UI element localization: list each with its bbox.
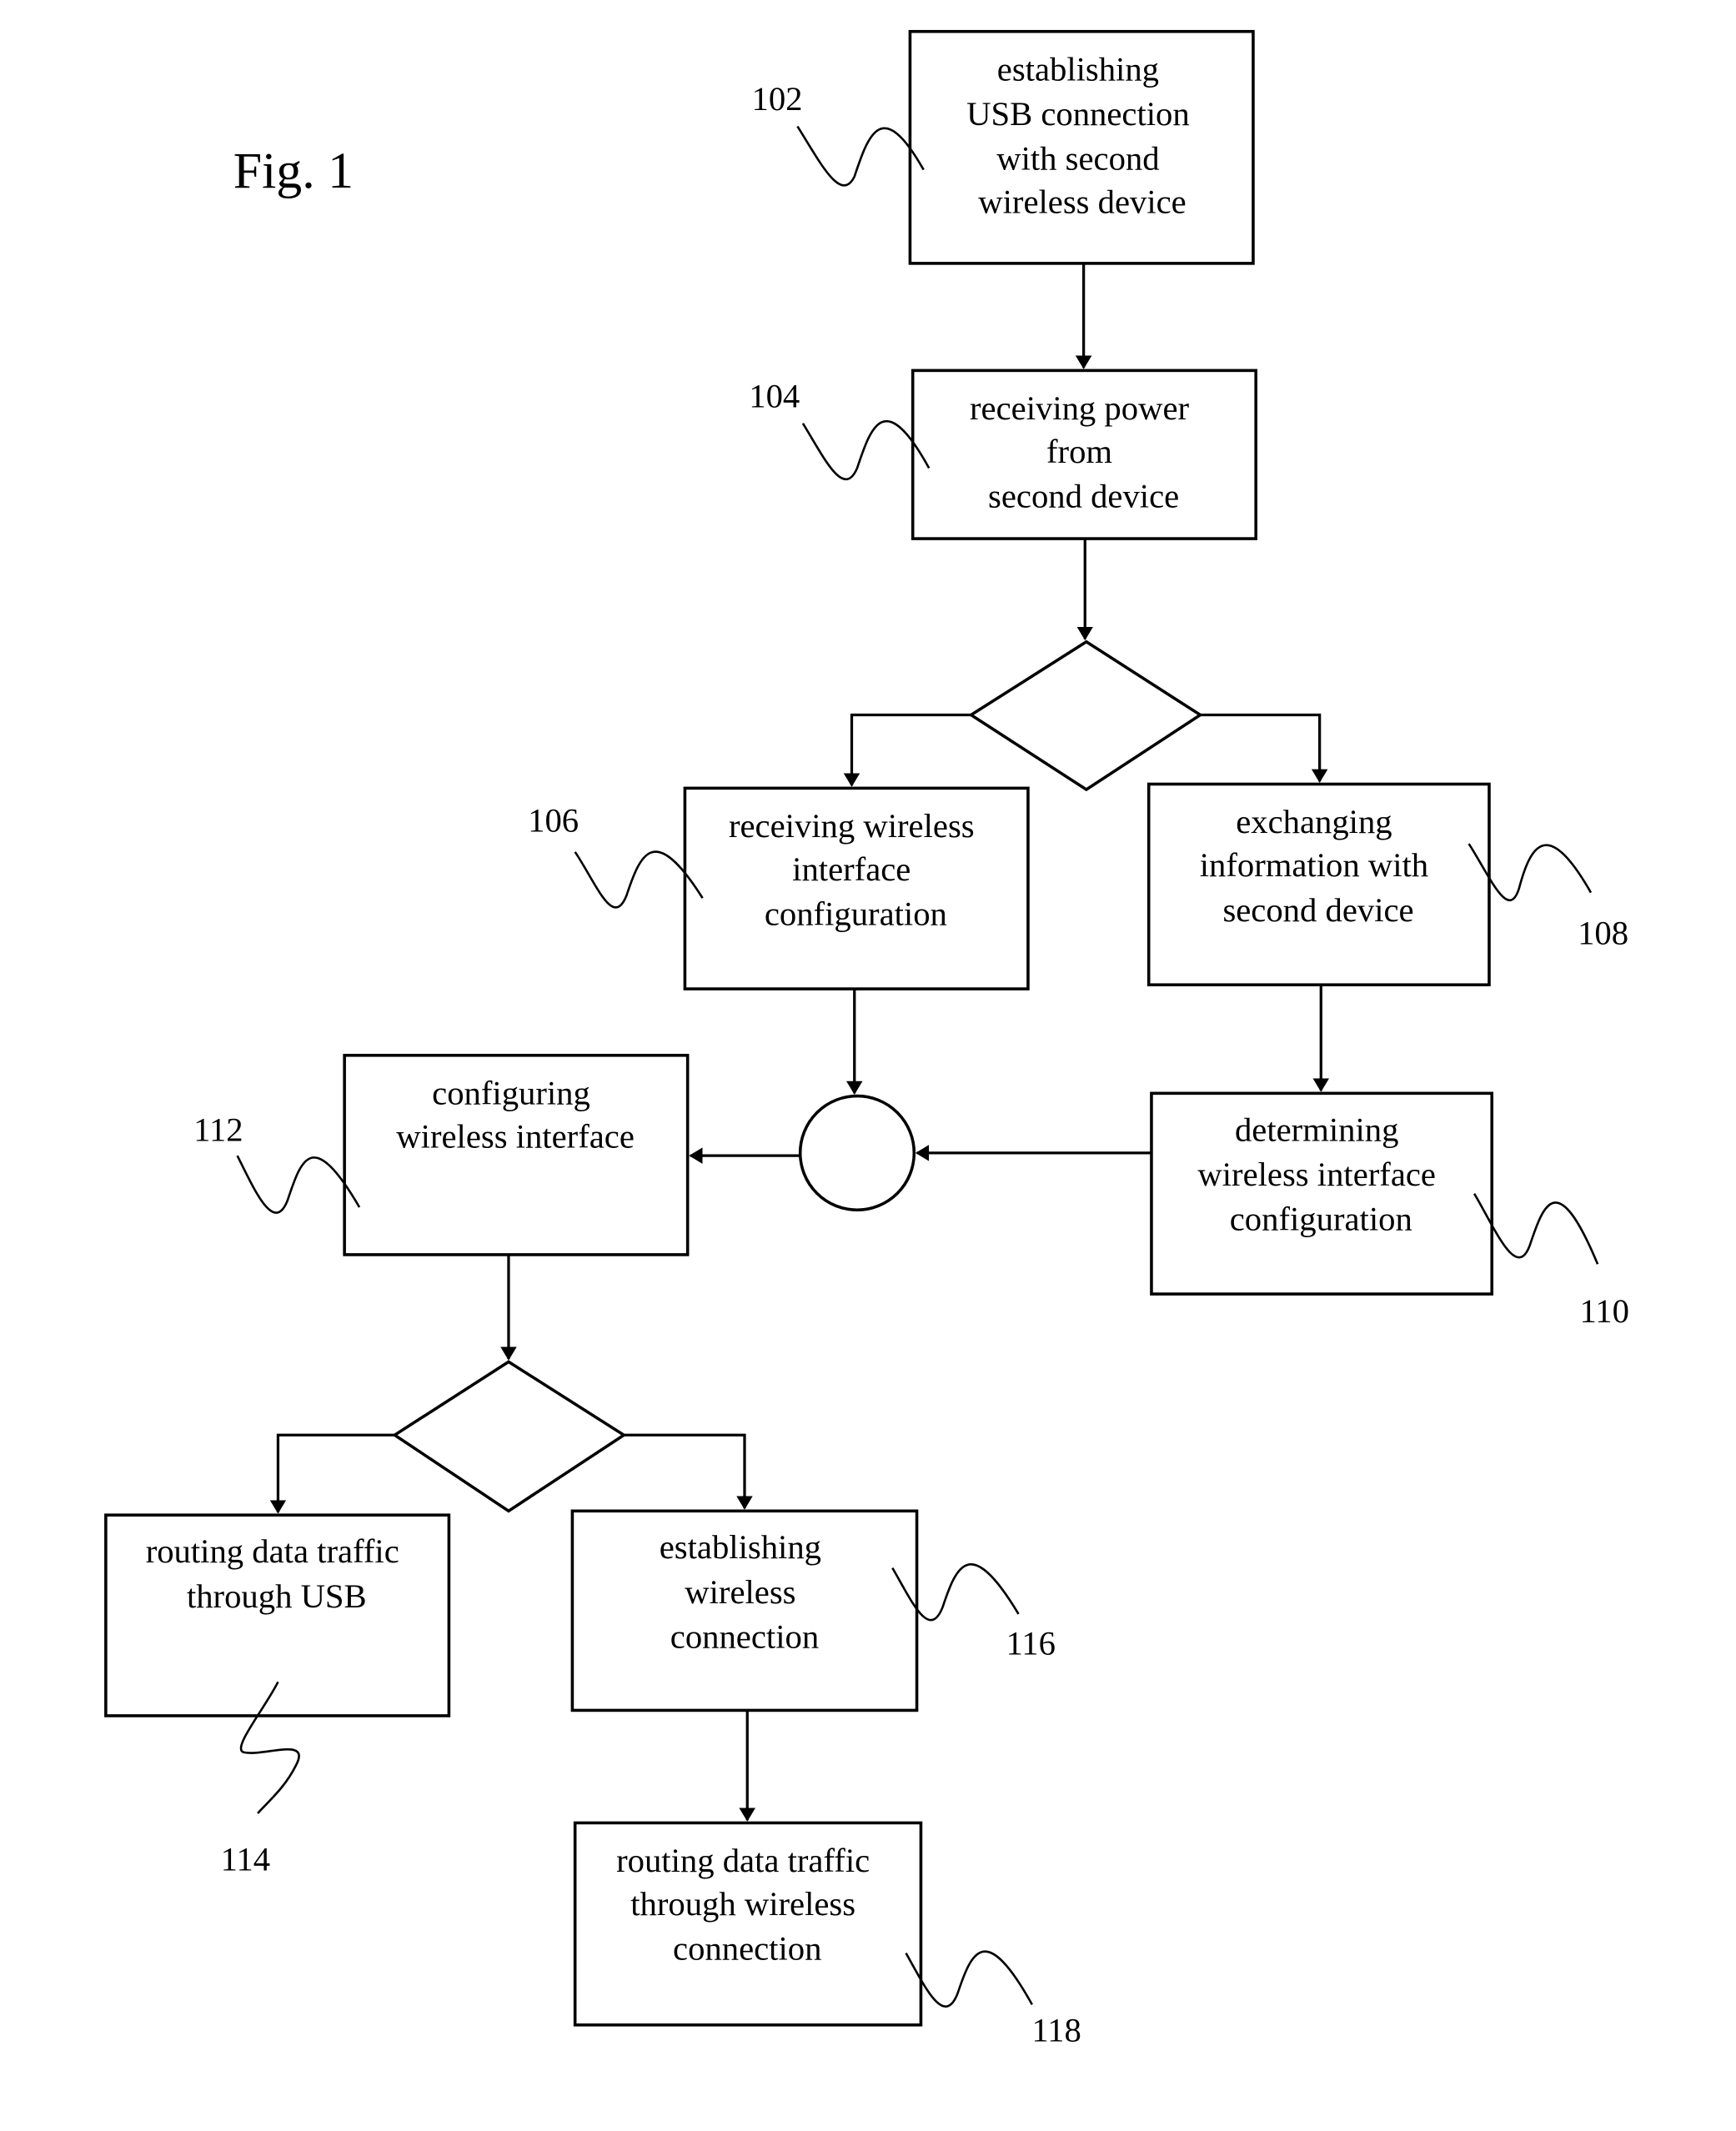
arrow-decision-108 [1200, 713, 1328, 783]
decision-diamond-1 [968, 639, 1203, 792]
leader-line-118 [905, 1950, 1033, 2008]
leader-line-102 [796, 125, 925, 187]
step-text-116: establishing wireless connection [660, 1528, 830, 1655]
ref-label-114: 114 [221, 1840, 270, 1878]
arrow-decision-116 [624, 1433, 753, 1510]
leader-line-104 [801, 419, 931, 481]
leader-line-112 [236, 1155, 361, 1214]
ref-label-104: 104 [749, 377, 800, 414]
flowchart: Fig. 1 102 104 106 108 110 112 114 116 1… [104, 29, 1629, 2048]
arrow-decision-114 [269, 1433, 395, 1514]
ref-label-108: 108 [1578, 914, 1628, 951]
merge-connector-circle [798, 1094, 916, 1212]
arrow-decision-106 [843, 713, 971, 787]
ref-label-106: 106 [528, 801, 579, 839]
ref-label-112: 112 [193, 1111, 243, 1148]
ref-label-118: 118 [1031, 2011, 1081, 2048]
figure-title: Fig. 1 [233, 143, 354, 199]
ref-label-102: 102 [752, 80, 803, 118]
decision-diamond-2 [392, 1360, 627, 1513]
ref-label-116: 116 [1006, 1625, 1055, 1662]
ref-label-110: 110 [1579, 1292, 1628, 1330]
